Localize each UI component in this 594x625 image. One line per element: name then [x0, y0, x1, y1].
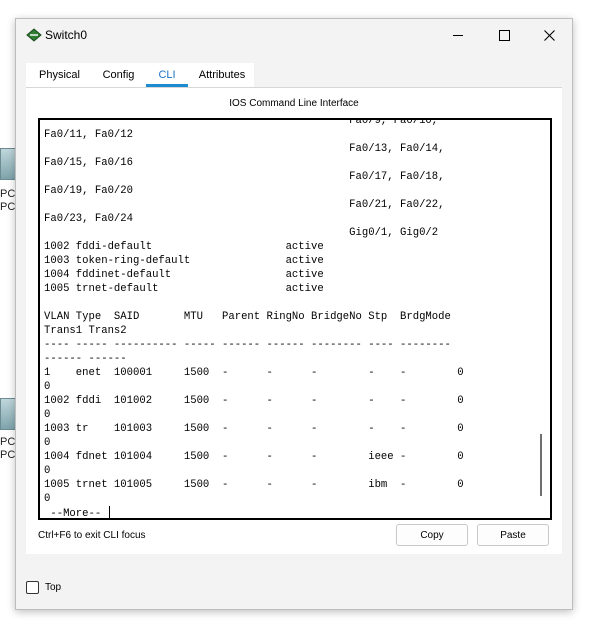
window-title: Switch0	[45, 28, 88, 42]
device-label-line2: PC	[0, 201, 16, 213]
cli-output-text: Fa0/9, Fa0/10, Fa0/11, Fa0/12 Fa0/13, Fa…	[44, 118, 464, 505]
copy-button[interactable]: Copy	[396, 524, 468, 546]
switch-window: Switch0 Physical Config CLI Attributes I…	[15, 18, 573, 610]
top-checkbox-row[interactable]: Top	[26, 581, 61, 594]
cli-focus-hint: Ctrl+F6 to exit CLI focus	[38, 530, 146, 541]
minimize-button[interactable]	[435, 19, 481, 51]
paste-button[interactable]: Paste	[477, 524, 549, 546]
top-checkbox-label: Top	[45, 582, 62, 593]
close-button[interactable]	[526, 19, 572, 51]
console-scrollbar[interactable]	[540, 434, 542, 496]
tab-cli[interactable]: CLI	[144, 63, 190, 87]
cli-console[interactable]: Fa0/9, Fa0/10, Fa0/11, Fa0/12 Fa0/13, Fa…	[38, 118, 552, 520]
switch-app-icon	[26, 28, 42, 42]
tab-config[interactable]: Config	[93, 63, 144, 87]
title-bar[interactable]: Switch0	[16, 19, 572, 51]
minimize-icon	[453, 34, 463, 36]
close-icon	[543, 29, 555, 41]
more-prompt: --More--	[44, 508, 108, 520]
cli-panel: IOS Command Line Interface Fa0/9, Fa0/10…	[26, 87, 562, 554]
text-cursor	[108, 506, 110, 518]
top-checkbox[interactable]	[26, 581, 39, 594]
device-label-line2: PC	[0, 449, 16, 461]
maximize-icon	[498, 29, 510, 41]
pc-device-icon	[0, 398, 16, 430]
cli-output[interactable]: Fa0/9, Fa0/10, Fa0/11, Fa0/12 Fa0/13, Fa…	[44, 118, 464, 520]
tab-attributes[interactable]: Attributes	[190, 63, 254, 87]
tab-physical[interactable]: Physical	[26, 63, 93, 87]
panel-title: IOS Command Line Interface	[229, 98, 359, 109]
maximize-button[interactable]	[481, 19, 527, 51]
tab-cli-label: CLI	[158, 69, 176, 81]
pc-device-icon	[0, 148, 16, 180]
